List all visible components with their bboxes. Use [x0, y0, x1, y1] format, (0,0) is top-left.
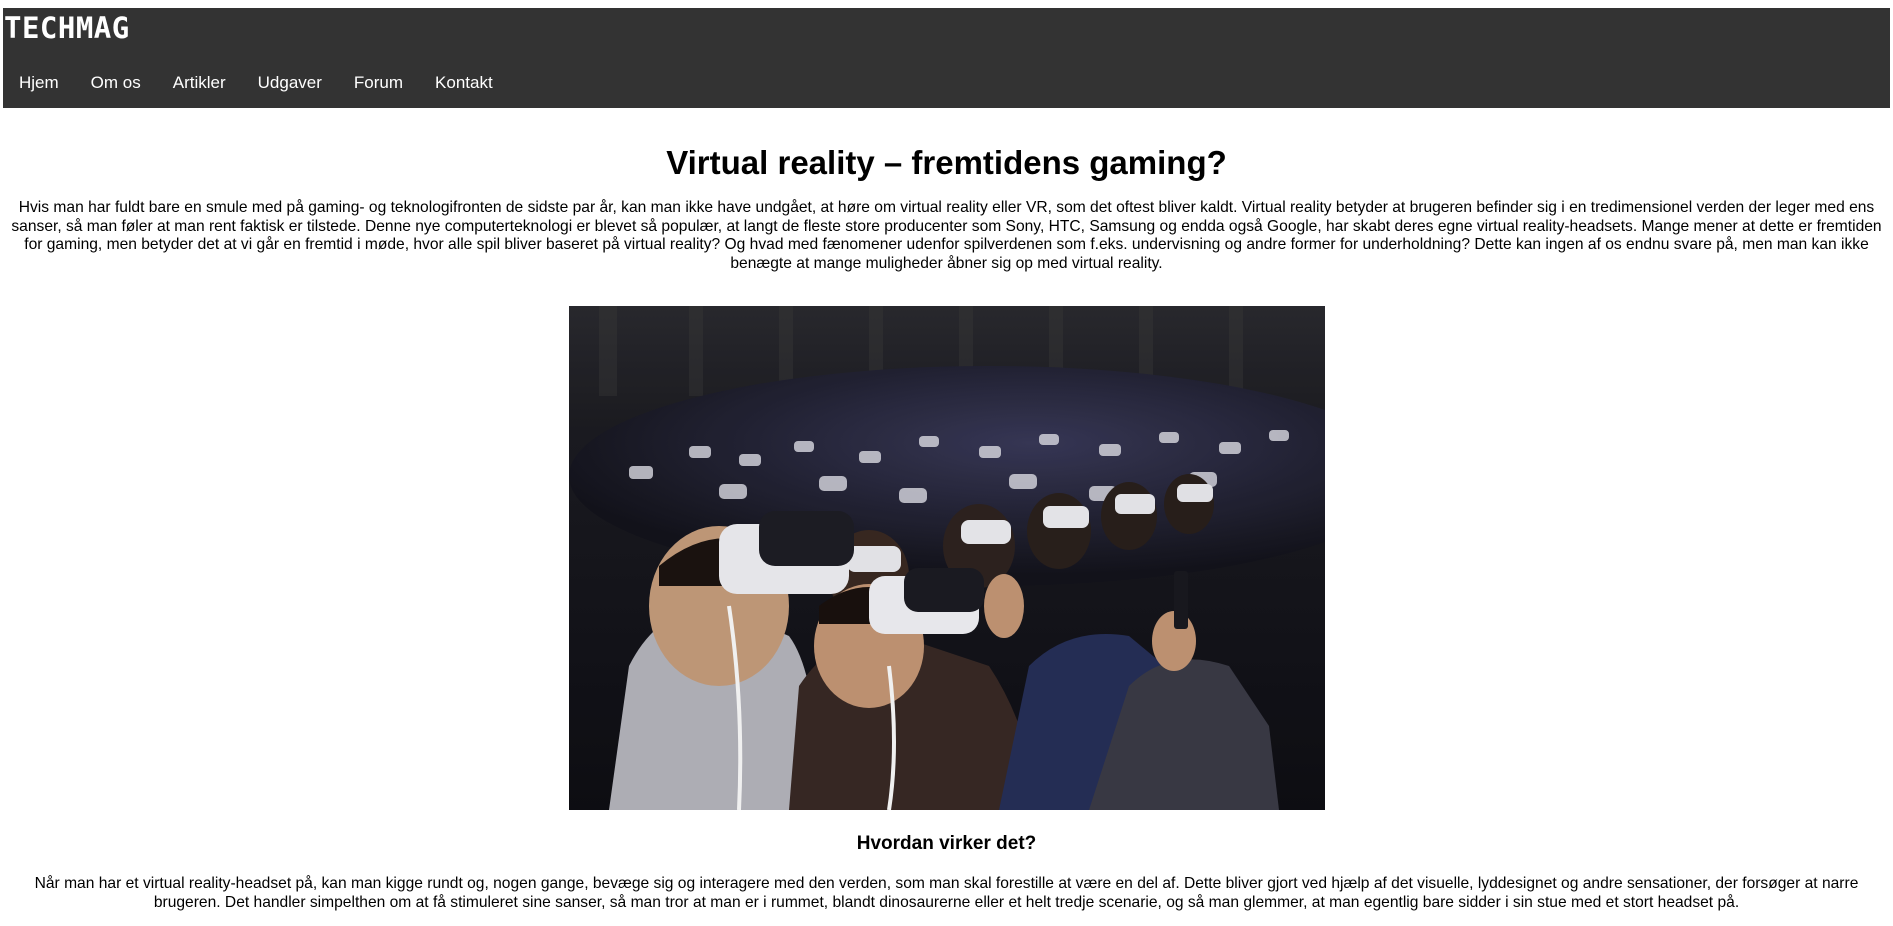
article: Virtual reality – fremtidens gaming? Hvi…	[0, 108, 1893, 912]
article-image	[568, 306, 1325, 810]
site-logo[interactable]: TECHMAG	[4, 14, 130, 43]
nav-link-om-os[interactable]: Om os	[75, 74, 157, 91]
main-nav: Hjem Om os Artikler Udgaver Forum Kontak…	[3, 74, 509, 91]
nav-link-udgaver[interactable]: Udgaver	[242, 74, 338, 91]
site-header: TECHMAG Hjem Om os Artikler Udgaver Foru…	[3, 8, 1890, 108]
nav-link-forum[interactable]: Forum	[338, 74, 419, 91]
section-heading: Hvordan virker det?	[856, 833, 1037, 854]
vr-audience-photo	[568, 306, 1325, 810]
article-intro: Hvis man har fuldt bare en smule med på …	[11, 199, 1882, 272]
article-title: Virtual reality – fremtidens gaming?	[666, 144, 1227, 181]
nav-link-artikler[interactable]: Artikler	[157, 74, 242, 91]
nav-link-hjem[interactable]: Hjem	[3, 74, 75, 91]
nav-link-kontakt[interactable]: Kontakt	[419, 74, 509, 91]
section-body: Når man har et virtual reality-headset p…	[34, 875, 1859, 911]
